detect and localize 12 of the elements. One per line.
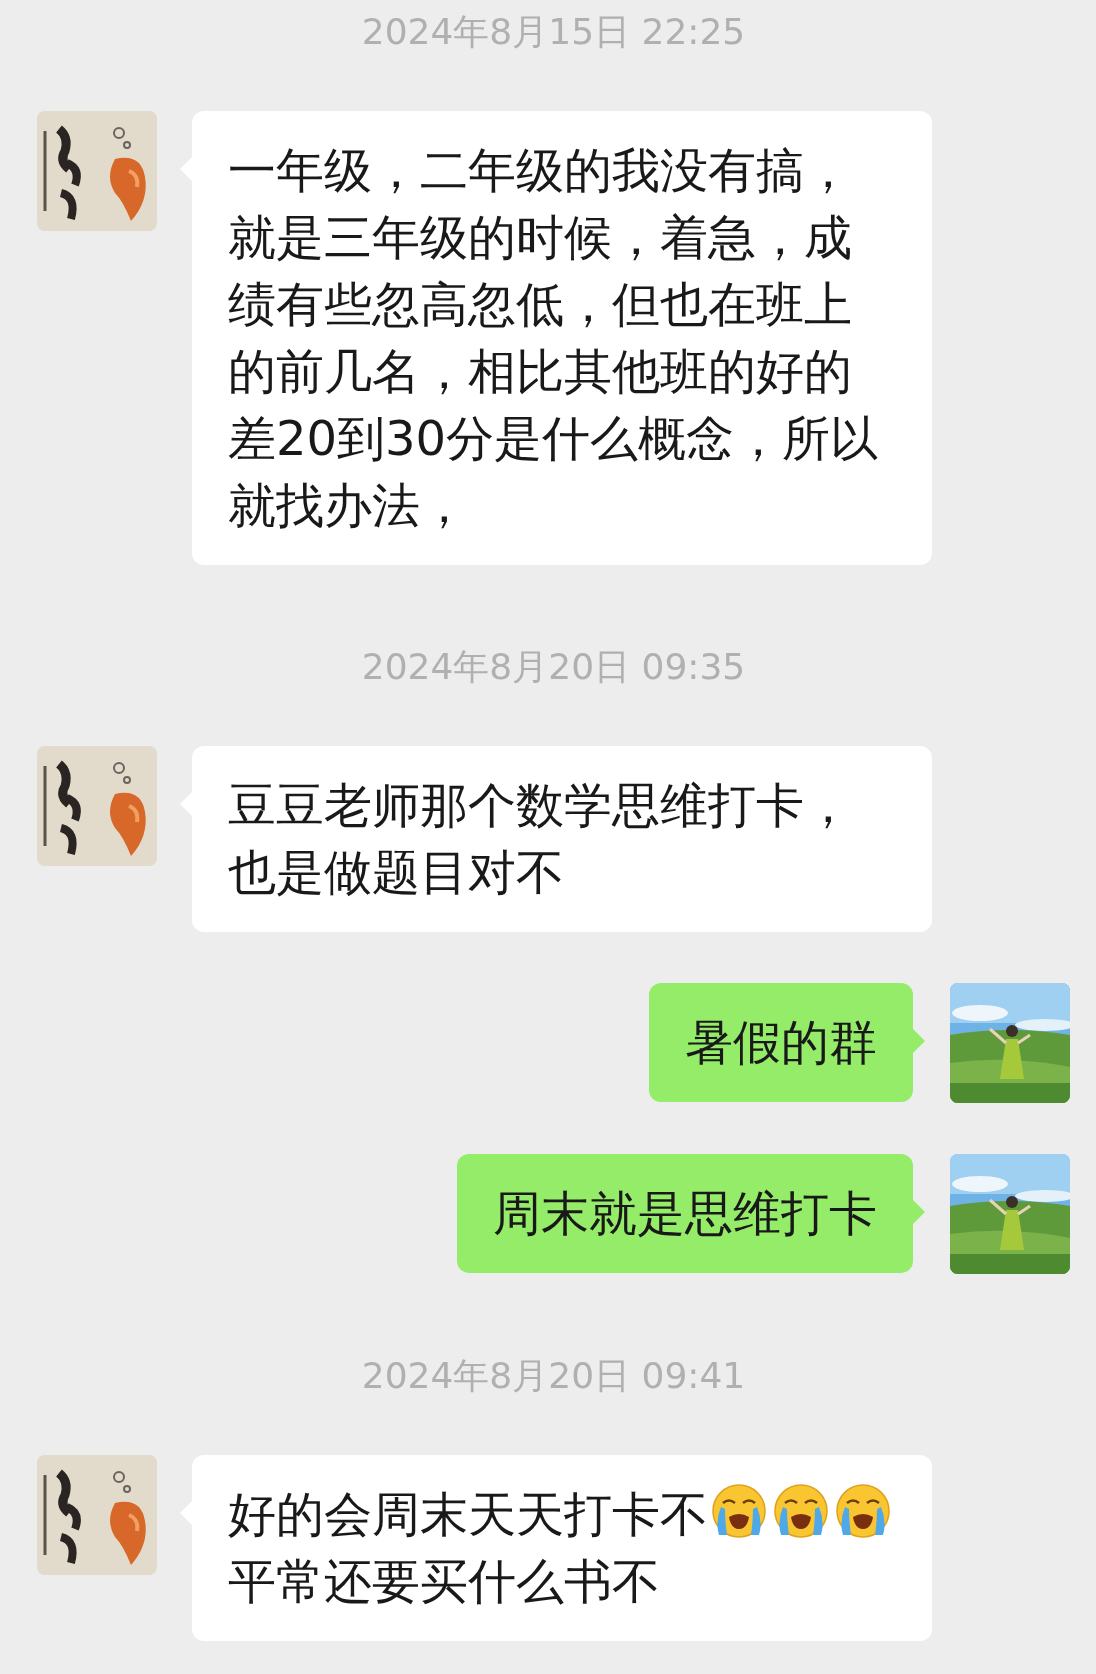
crying-face-icon bbox=[711, 1483, 767, 1539]
crying-face-icon bbox=[835, 1483, 891, 1539]
message-text: 平常还要买什么书不 bbox=[228, 1553, 660, 1609]
timestamp: 2024年8月20日 09:41 bbox=[361, 1354, 746, 1398]
message-text: 暑假的群 bbox=[685, 1014, 877, 1070]
timestamp: 2024年8月20日 09:35 bbox=[361, 645, 746, 689]
message-text: 豆豆老师那个数学思维打卡，也是做题目对不 bbox=[228, 777, 852, 900]
timestamp: 2024年8月15日 22:25 bbox=[361, 10, 746, 54]
message-text: 一年级，二年级的我没有搞，就是三年级的时候，着急，成绩有些忽高忽低，但也在班上的前几名，相比其他班的好的差20到30分是什么概念，所以就找办法， bbox=[228, 142, 879, 533]
crying-face-icon bbox=[773, 1483, 829, 1539]
message-text: 周末就是思维打卡 bbox=[493, 1185, 877, 1241]
message-text: 好的会周末天天打卡不 bbox=[228, 1486, 708, 1542]
